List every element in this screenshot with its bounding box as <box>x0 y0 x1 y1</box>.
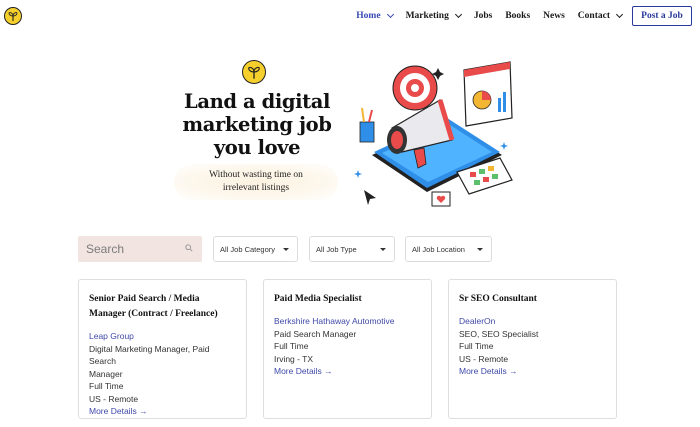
hero-subtitle: Without wasting time on irrelevant listi… <box>174 164 338 200</box>
chevron-down-icon <box>386 10 394 19</box>
top-navigation: Home Marketing Jobs Books News Contact P… <box>0 0 700 36</box>
job-type-select[interactable]: All Job Type <box>309 236 395 262</box>
job-title-line: Paid Media Specialist <box>274 294 362 304</box>
select-value: All Job Type <box>316 244 357 254</box>
nav-item-label: Books <box>505 11 531 21</box>
nav-item-label: Jobs <box>473 11 493 21</box>
nav-item-books[interactable]: Books <box>505 11 530 21</box>
chevron-down-icon <box>454 10 462 19</box>
marketing-illustration <box>354 61 513 207</box>
company-link[interactable]: Leap Group <box>89 330 236 343</box>
job-title[interactable]: Senior Paid Search / Media Manager (Cont… <box>89 292 236 322</box>
hero-headline-line: marketing job <box>182 113 332 136</box>
job-location: Irving - TX <box>274 353 314 364</box>
heart-icon <box>431 191 451 207</box>
job-title[interactable]: Sr SEO Consultant <box>459 292 606 307</box>
nav-item-label: Contact <box>577 11 610 21</box>
search-input[interactable] <box>86 242 182 256</box>
job-title-line: Senior Paid Search / Media <box>89 294 200 304</box>
job-card[interactable]: Paid Media Specialist Berkshire Hathaway… <box>263 279 432 419</box>
job-card[interactable]: Sr SEO Consultant DealerOn SEO, SEO Spec… <box>448 279 617 419</box>
chart-panel-icon <box>463 61 513 127</box>
hero-subtitle-line: Without wasting time on <box>209 170 303 180</box>
cursor-icon <box>364 190 376 205</box>
nav-item-marketing[interactable]: Marketing <box>405 10 462 21</box>
chevron-down-icon <box>615 10 624 19</box>
job-type: Full Time <box>274 341 309 351</box>
caret-down-icon <box>283 248 289 251</box>
job-location: US - Remote <box>459 353 509 364</box>
select-value: All Job Category <box>220 244 276 254</box>
logo-sprout-icon[interactable] <box>4 7 22 25</box>
job-card[interactable]: Senior Paid Search / Media Manager (Cont… <box>78 279 247 419</box>
hero-headline-line: you love <box>213 136 301 159</box>
hero-subtitle-line: irrelevant listings <box>222 183 290 193</box>
job-category: Manager <box>89 368 123 379</box>
job-location-select[interactable]: All Job Location <box>405 236 492 262</box>
caret-down-icon <box>380 248 386 251</box>
nav-item-home[interactable]: Home <box>356 10 394 21</box>
nav-item-label: Home <box>356 11 381 21</box>
job-type: Full Time <box>89 381 124 391</box>
select-value: All Job Location <box>412 244 465 254</box>
job-title-line: Sr SEO Consultant <box>459 294 537 304</box>
company-link[interactable]: DealerOn <box>459 315 606 328</box>
job-title[interactable]: Paid Media Specialist <box>274 292 421 307</box>
search-icon[interactable] <box>185 244 193 252</box>
more-details-link[interactable]: More Details → <box>459 365 606 378</box>
hero-headline-line: Land a digital <box>184 90 330 113</box>
target-icon <box>392 65 438 111</box>
nav-item-label: Marketing <box>405 11 449 21</box>
pencil-cup-icon <box>359 107 375 143</box>
caret-down-icon <box>477 248 483 251</box>
nav-item-contact[interactable]: Contact <box>577 10 624 21</box>
sprout-icon <box>242 60 266 84</box>
nav-item-jobs[interactable]: Jobs <box>474 11 492 21</box>
nav-item-news[interactable]: News <box>543 11 565 21</box>
nav-item-label: News <box>543 11 565 21</box>
company-link[interactable]: Berkshire Hathaway Automotive <box>274 315 421 328</box>
job-category: Paid Search Manager <box>274 328 357 339</box>
more-details-link[interactable]: More Details → <box>89 405 236 418</box>
job-category-select[interactable]: All Job Category <box>213 236 298 262</box>
job-category: Digital Marketing Manager, Paid Search <box>89 343 210 367</box>
job-type: Full Time <box>459 341 494 351</box>
job-location: US - Remote <box>89 393 139 404</box>
search-box[interactable] <box>78 236 202 262</box>
post-a-job-button[interactable]: Post a Job <box>632 6 692 26</box>
hero-headline: Land a digital marketing job you love <box>168 90 346 159</box>
more-details-link[interactable]: More Details → <box>274 365 421 378</box>
job-category: SEO, SEO Specialist <box>459 328 539 339</box>
main-menu: Home Marketing Jobs Books News Contact <box>356 10 624 21</box>
job-title-line: Manager (Contract / Freelance) <box>89 309 218 319</box>
